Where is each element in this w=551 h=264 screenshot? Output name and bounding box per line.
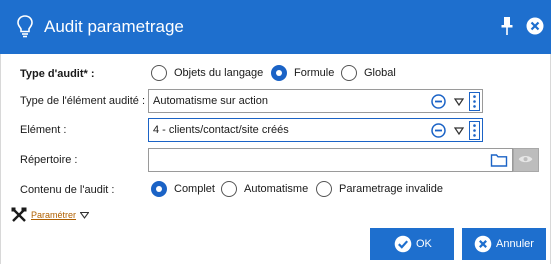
cancel-button[interactable]: Annuler bbox=[462, 228, 546, 260]
parametrer-link[interactable]: Paramétrer bbox=[31, 210, 76, 220]
radio-label: Global bbox=[364, 67, 396, 79]
dialog-content: Type d'audit* : Objets du langage Formul… bbox=[0, 54, 551, 264]
element-type-label: Type de l'élément audité : bbox=[20, 95, 146, 107]
radio-global[interactable]: Global bbox=[341, 65, 396, 81]
radio-parametrage-invalide[interactable]: Parametrage invalide bbox=[316, 181, 443, 197]
radio-circle[interactable] bbox=[151, 65, 167, 81]
clear-icon[interactable] bbox=[431, 94, 446, 109]
view-button[interactable] bbox=[513, 148, 539, 172]
eye-icon bbox=[518, 155, 533, 163]
element-value: 4 - clients/contact/site créés bbox=[153, 124, 289, 136]
element-type-combo[interactable]: Automatisme sur action bbox=[148, 89, 483, 113]
radio-label: Parametrage invalide bbox=[339, 183, 443, 195]
radio-complet[interactable]: Complet bbox=[151, 181, 215, 197]
element-combo[interactable]: 4 - clients/contact/site créés bbox=[148, 118, 483, 142]
cancel-label: Annuler bbox=[496, 238, 534, 250]
lightbulb-icon bbox=[17, 15, 33, 38]
clear-icon[interactable] bbox=[431, 123, 446, 138]
radio-circle[interactable] bbox=[316, 181, 332, 197]
radio-circle[interactable] bbox=[341, 65, 357, 81]
ok-button[interactable]: OK bbox=[370, 228, 454, 260]
repertoire-label: Répertoire : bbox=[20, 154, 78, 166]
cancel-circle-icon bbox=[474, 235, 492, 253]
radio-label: Formule bbox=[294, 67, 335, 79]
more-options-icon[interactable] bbox=[469, 92, 480, 111]
radio-circle-checked[interactable] bbox=[151, 181, 167, 197]
radio-label: Objets du langage bbox=[174, 67, 264, 79]
radio-label: Automatisme bbox=[244, 183, 309, 195]
audit-type-label: Type d'audit* : bbox=[20, 68, 95, 80]
element-label: Elément : bbox=[20, 124, 67, 136]
chevron-down-icon[interactable] bbox=[80, 212, 89, 219]
radio-label: Complet bbox=[174, 183, 215, 195]
more-options-icon[interactable] bbox=[469, 121, 480, 140]
radio-automatisme[interactable]: Automatisme bbox=[221, 181, 308, 197]
contenu-label: Contenu de l'audit : bbox=[20, 184, 115, 196]
repertoire-field[interactable] bbox=[148, 148, 513, 172]
ok-label: OK bbox=[416, 238, 432, 250]
chevron-down-icon[interactable] bbox=[454, 126, 464, 136]
radio-formule[interactable]: Formule bbox=[271, 65, 334, 81]
chevron-down-icon[interactable] bbox=[454, 97, 464, 107]
radio-objets-du-langage[interactable]: Objets du langage bbox=[151, 65, 263, 81]
radio-circle-checked[interactable] bbox=[271, 65, 287, 81]
radio-circle[interactable] bbox=[221, 181, 237, 197]
pin-icon[interactable] bbox=[500, 16, 514, 36]
folder-icon[interactable] bbox=[490, 151, 508, 169]
check-circle-icon bbox=[394, 235, 412, 253]
close-icon[interactable] bbox=[526, 17, 544, 35]
tools-icon[interactable] bbox=[11, 207, 27, 223]
element-type-value: Automatisme sur action bbox=[153, 95, 268, 107]
window-title: Audit parametrage bbox=[44, 17, 184, 36]
title-bar: Audit parametrage bbox=[0, 0, 551, 54]
